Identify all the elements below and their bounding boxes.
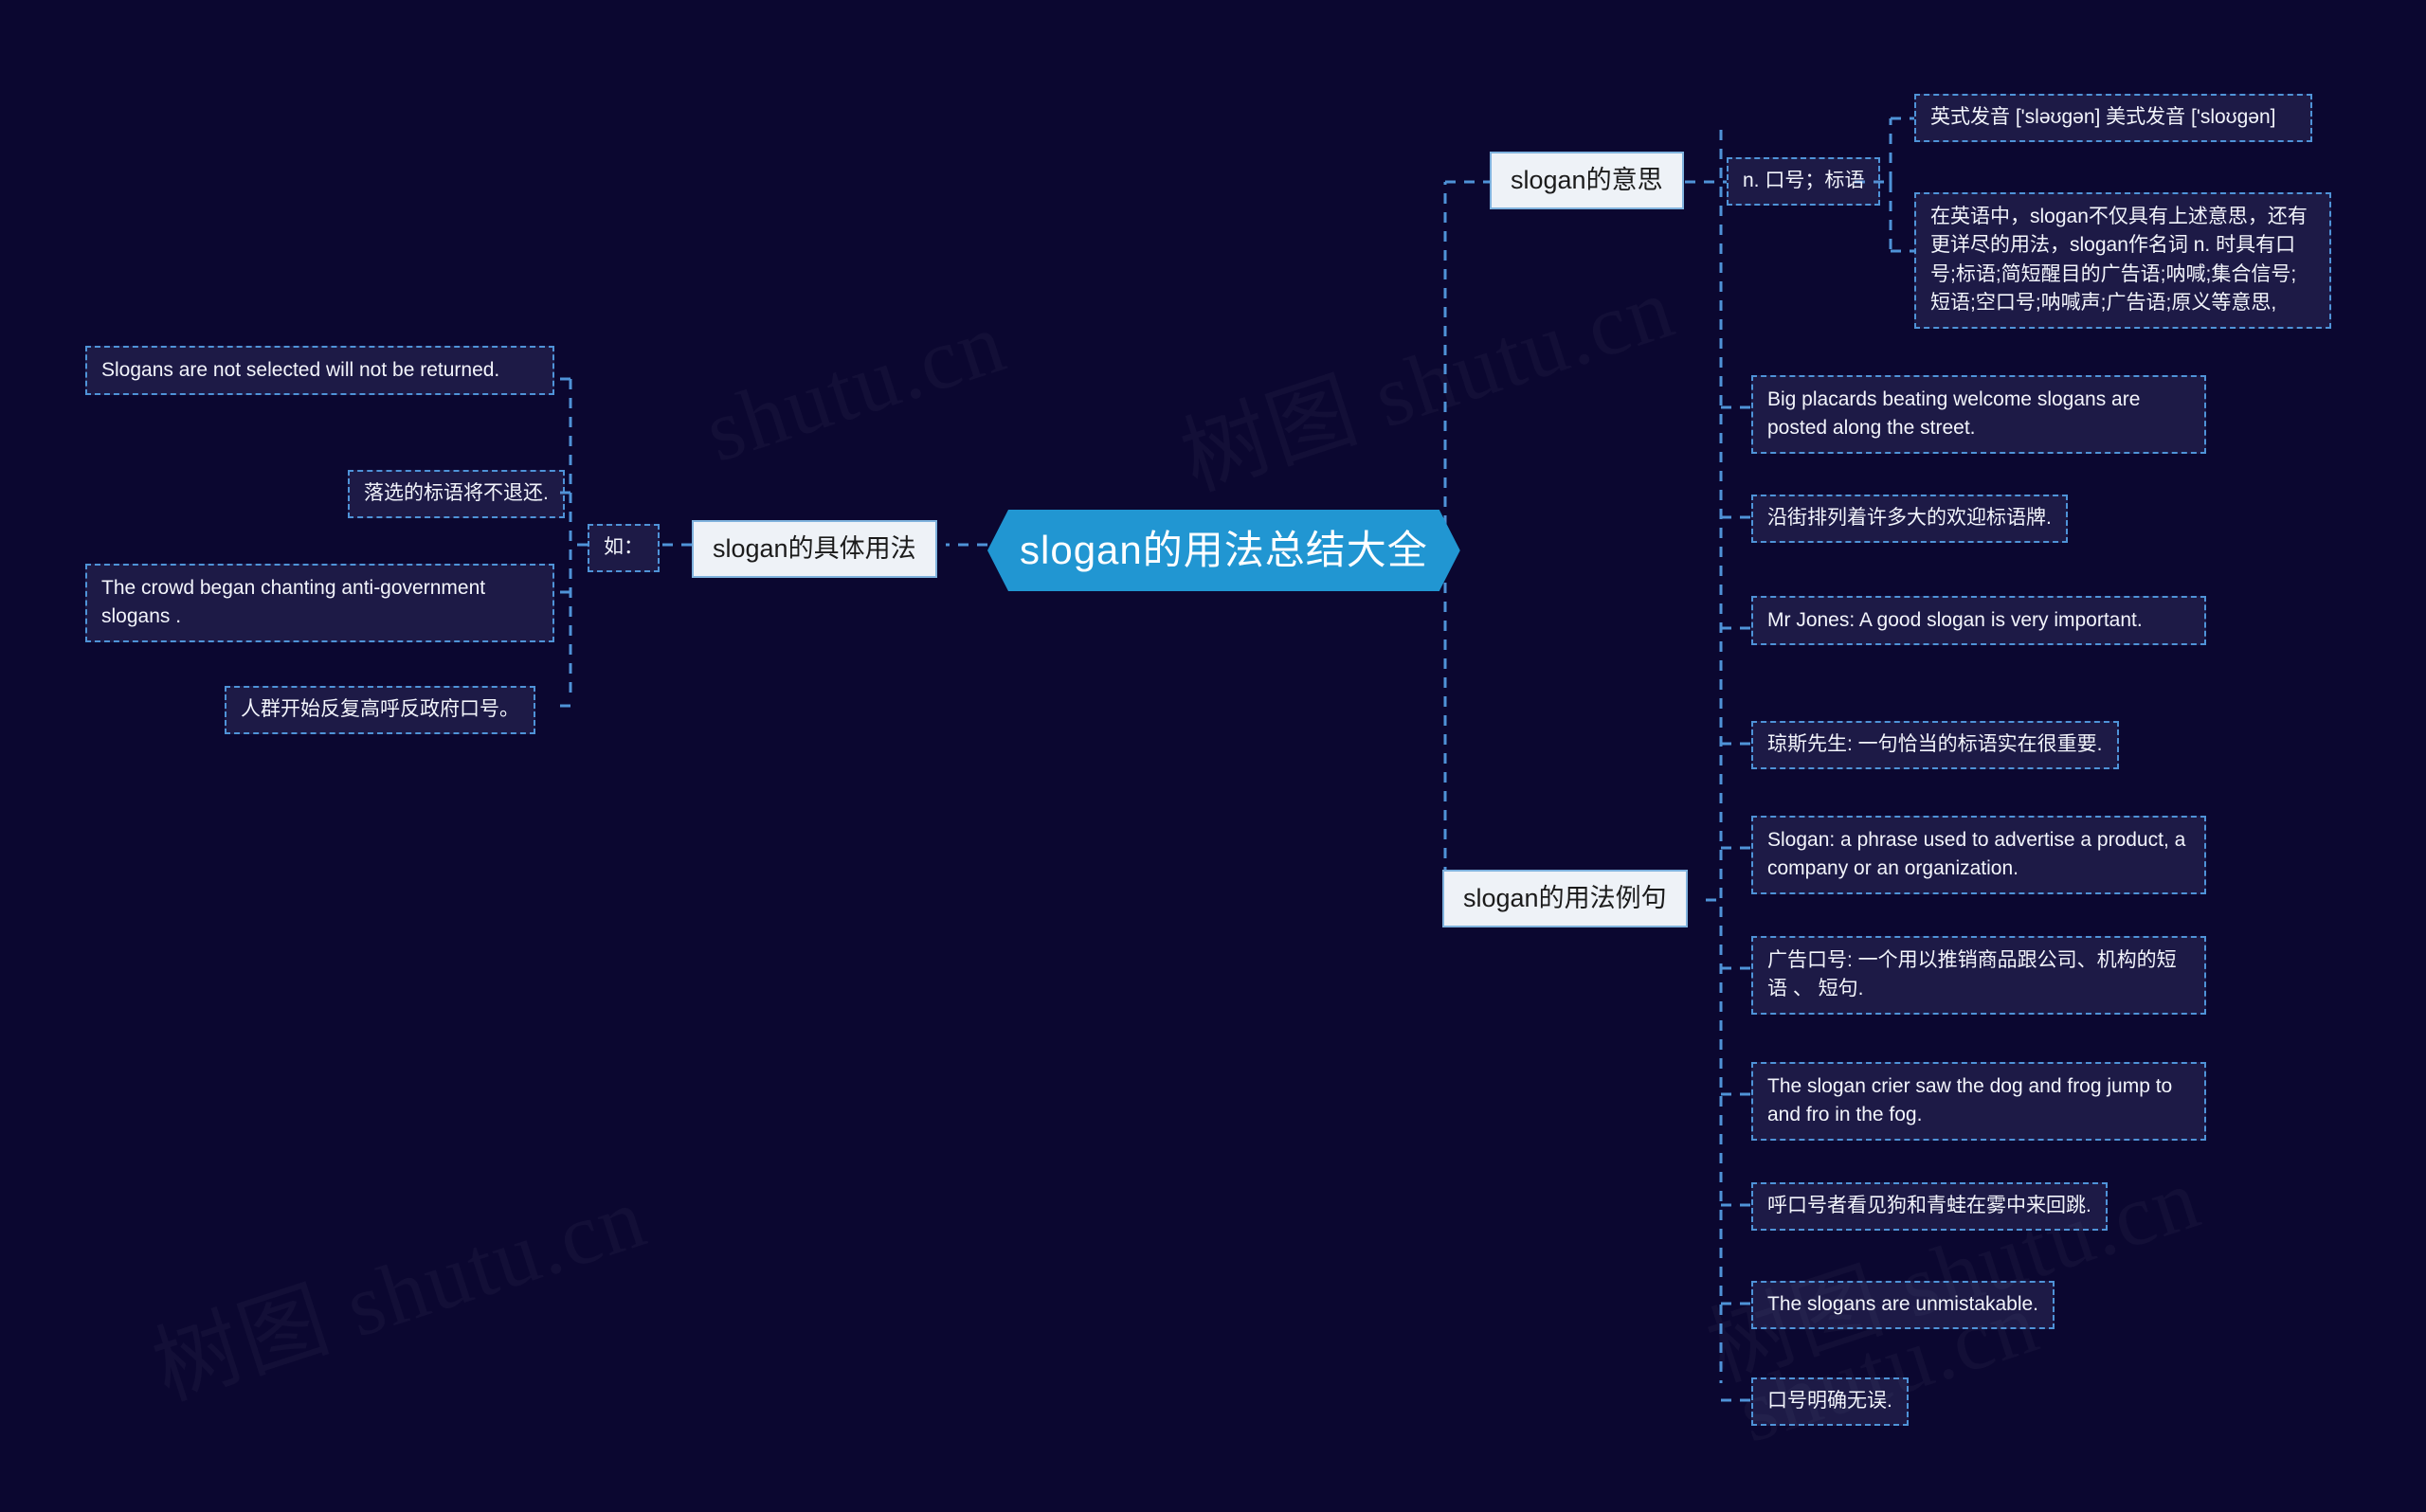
topic-specific-usage[interactable]: slogan的具体用法 <box>692 520 937 579</box>
example-sentence-1-zh-label: 沿街排列着许多大的欢迎标语牌. <box>1767 507 2052 529</box>
example-sentence-4-en-label: The slogan crier saw the dog and frog ju… <box>1767 1075 2179 1126</box>
leaf-extended-usage-note-label: 在英语中，slogan不仅具有上述意思，还有更详尽的用法，slogan作名词 n… <box>1930 206 2308 315</box>
topic-example-sentences-label: slogan的用法例句 <box>1463 884 1667 912</box>
leaf-for-example-label: 如： <box>604 536 643 558</box>
example-sentence-1-zh[interactable]: 沿街排列着许多大的欢迎标语牌. <box>1751 495 2068 543</box>
leaf-noun-definition[interactable]: n. 口号；标语 <box>1727 157 1881 206</box>
topic-slogan-meaning[interactable]: slogan的意思 <box>1490 152 1684 210</box>
example-sentence-5-zh[interactable]: 口号明确无误. <box>1751 1377 1909 1426</box>
example-sentence-4-zh[interactable]: 呼口号者看见狗和青蛙在雾中来回跳. <box>1751 1182 2108 1231</box>
example-sentence-1-en-label: Big placards beating welcome slogans are… <box>1767 388 2146 440</box>
usage-example-1-en-label: Slogans are not selected will not be ret… <box>101 359 500 381</box>
example-sentence-2-en-label: Mr Jones: A good slogan is very importan… <box>1767 609 2143 631</box>
example-sentence-3-en[interactable]: Slogan: a phrase used to advertise a pro… <box>1751 816 2206 894</box>
example-sentence-5-en[interactable]: The slogans are unmistakable. <box>1751 1281 2055 1329</box>
root-node[interactable]: slogan的用法总结大全 <box>987 510 1460 591</box>
example-sentence-4-zh-label: 呼口号者看见狗和青蛙在雾中来回跳. <box>1767 1195 2091 1216</box>
example-sentence-3-zh-label: 广告口号: 一个用以推销商品跟公司、机构的短语 、 短句. <box>1767 949 2177 1000</box>
example-sentence-5-zh-label: 口号明确无误. <box>1767 1390 1892 1412</box>
usage-example-2-zh[interactable]: 人群开始反复高呼反政府口号。 <box>225 686 535 734</box>
leaf-pronunciation-label: 英式发音 ['sləʊgən] 美式发音 ['sloʊgən] <box>1930 106 2276 128</box>
example-sentence-2-zh[interactable]: 琼斯先生: 一句恰当的标语实在很重要. <box>1751 721 2119 769</box>
leaf-pronunciation[interactable]: 英式发音 ['sləʊgən] 美式发音 ['sloʊgən] <box>1914 94 2312 142</box>
usage-example-2-zh-label: 人群开始反复高呼反政府口号。 <box>241 698 519 720</box>
example-sentence-5-en-label: The slogans are unmistakable. <box>1767 1293 2038 1315</box>
example-sentence-3-zh[interactable]: 广告口号: 一个用以推销商品跟公司、机构的短语 、 短句. <box>1751 936 2206 1015</box>
example-sentence-1-en[interactable]: Big placards beating welcome slogans are… <box>1751 375 2206 454</box>
topic-specific-usage-label: slogan的具体用法 <box>713 534 916 563</box>
usage-example-2-en[interactable]: The crowd began chanting anti-government… <box>85 564 554 642</box>
leaf-noun-definition-label: n. 口号；标语 <box>1743 170 1865 191</box>
example-sentence-3-en-label: Slogan: a phrase used to advertise a pro… <box>1767 829 2192 880</box>
leaf-for-example[interactable]: 如： <box>588 524 660 572</box>
mindmap-canvas: shutu.cn 树图 shutu.cn 树图 shutu.cn 树图 shut… <box>0 0 2426 1512</box>
example-sentence-2-zh-label: 琼斯先生: 一句恰当的标语实在很重要. <box>1767 733 2103 755</box>
example-sentence-4-en[interactable]: The slogan crier saw the dog and frog ju… <box>1751 1062 2206 1141</box>
usage-example-1-zh-label: 落选的标语将不退还. <box>364 482 549 504</box>
topic-slogan-meaning-label: slogan的意思 <box>1511 166 1663 194</box>
example-sentence-2-en[interactable]: Mr Jones: A good slogan is very importan… <box>1751 596 2206 646</box>
leaf-extended-usage-note[interactable]: 在英语中，slogan不仅具有上述意思，还有更详尽的用法，slogan作名词 n… <box>1914 192 2331 329</box>
root-node-label: slogan的用法总结大全 <box>1020 528 1428 572</box>
topic-example-sentences[interactable]: slogan的用法例句 <box>1442 870 1688 928</box>
usage-example-2-en-label: The crowd began chanting anti-government… <box>101 577 491 628</box>
usage-example-1-en[interactable]: Slogans are not selected will not be ret… <box>85 346 554 396</box>
usage-example-1-zh[interactable]: 落选的标语将不退还. <box>348 470 565 518</box>
